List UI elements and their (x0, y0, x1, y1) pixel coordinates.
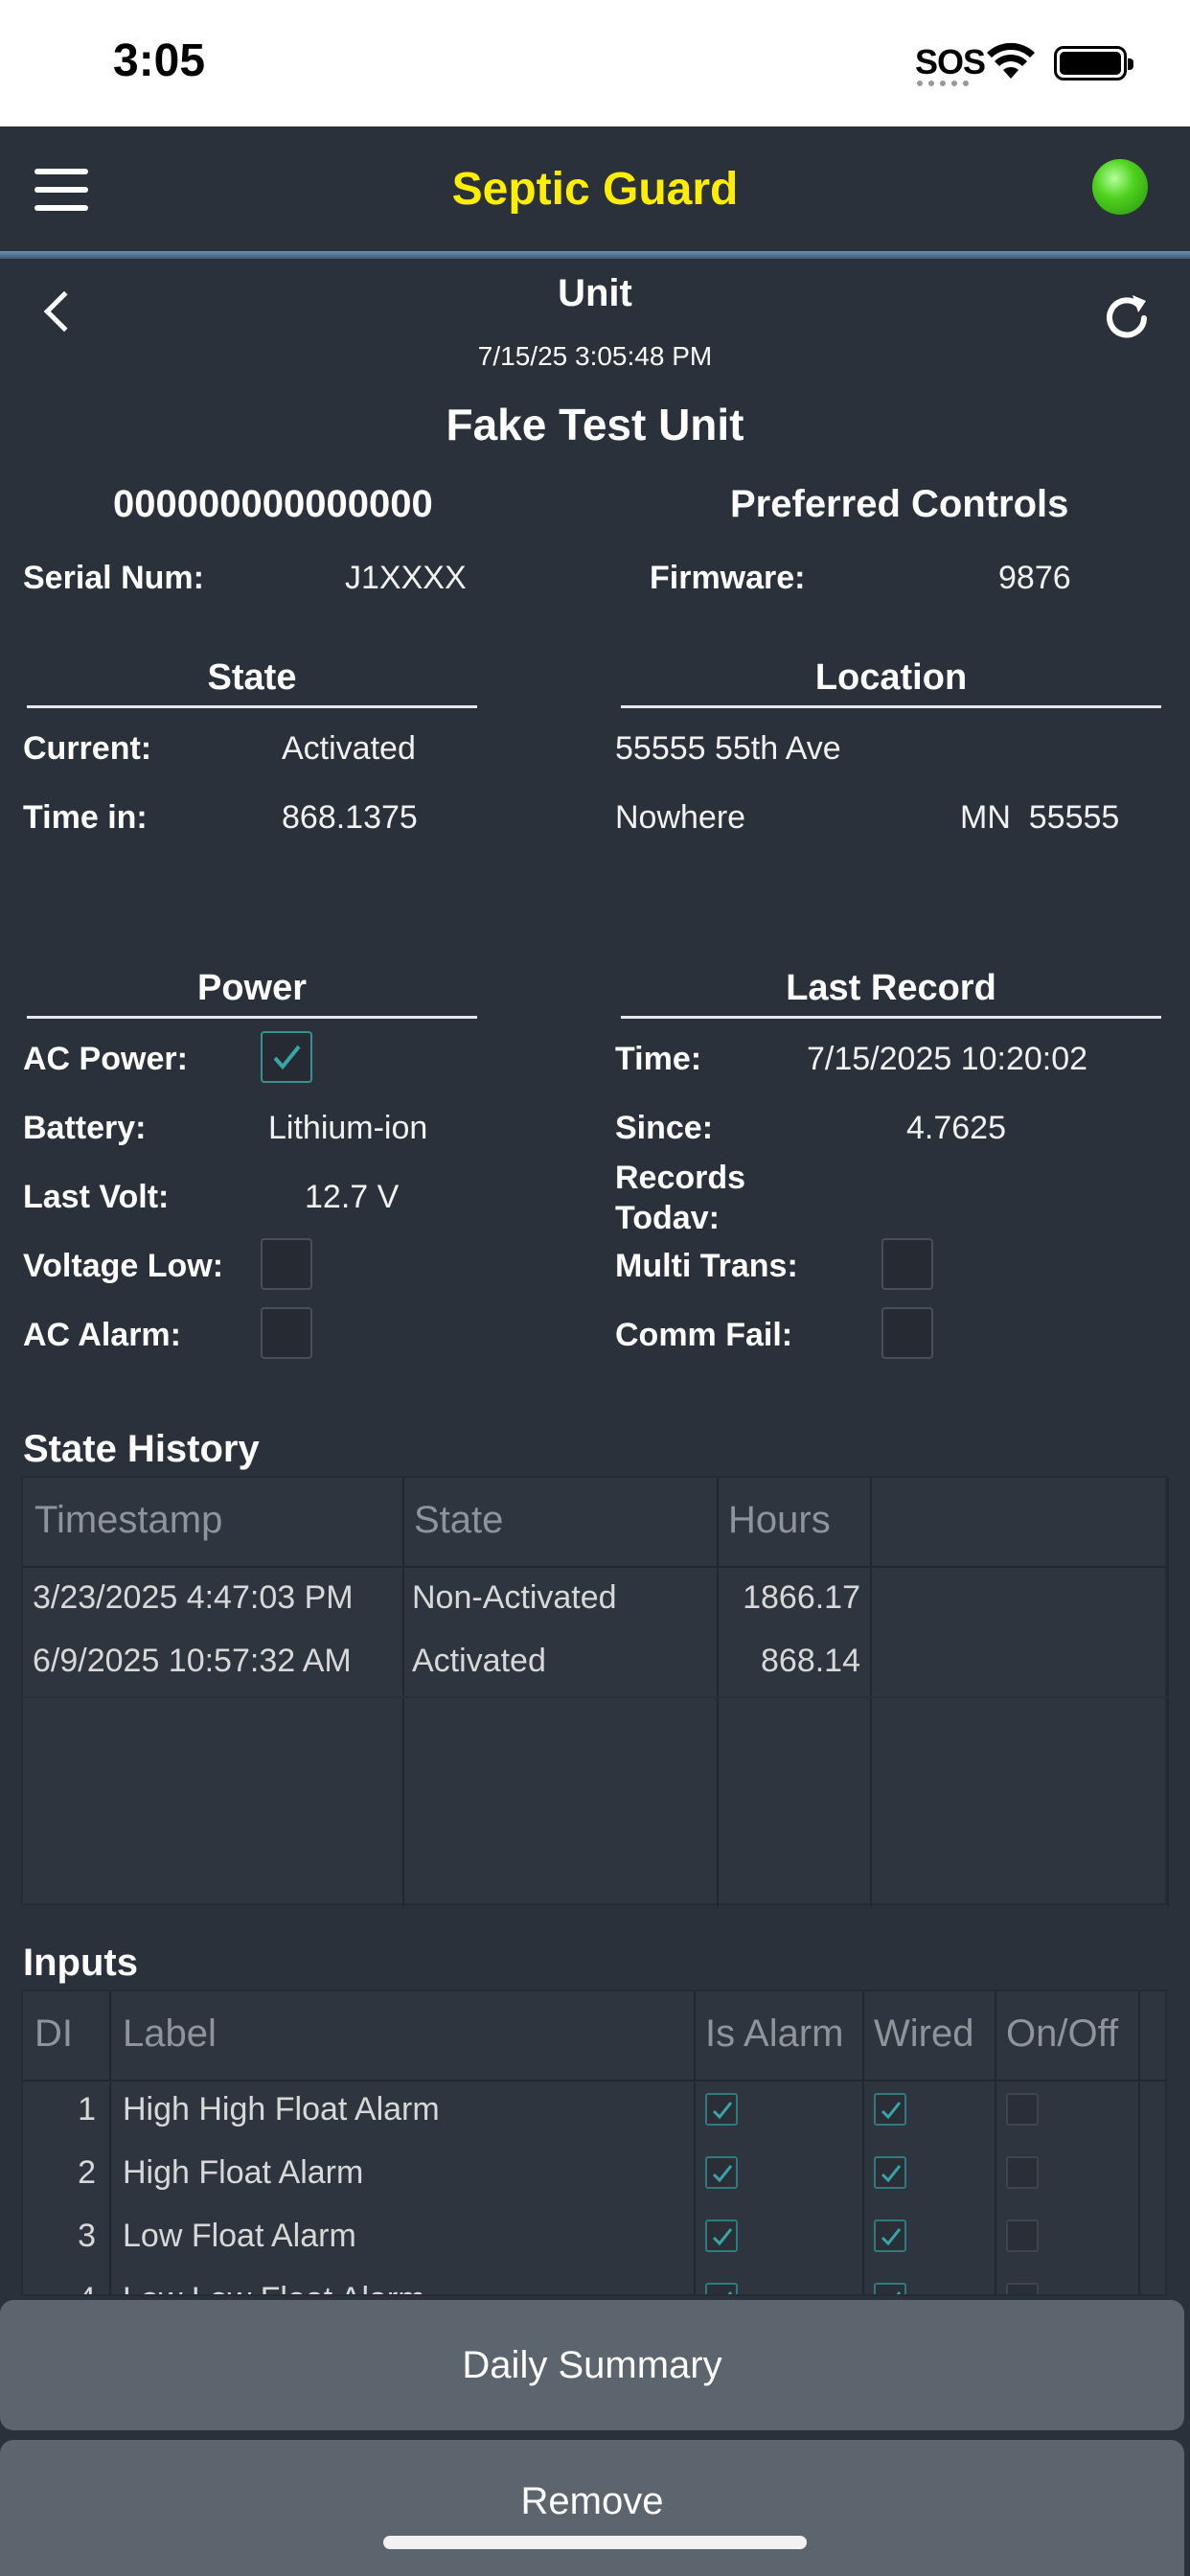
input-di: 1 (78, 2091, 96, 2128)
is-alarm-checkbox[interactable] (705, 2220, 738, 2252)
column-header-on-off[interactable]: On/Off (1006, 2012, 1118, 2056)
is-alarm-checkbox[interactable] (705, 2283, 738, 2294)
since-value: 4.7625 (906, 1110, 1006, 1146)
last-volt-label: Last Volt: (23, 1179, 170, 1215)
is-alarm-checkbox[interactable] (705, 2156, 738, 2189)
serial-value: J1XXXX (345, 560, 467, 596)
input-label: High High Float Alarm (123, 2091, 440, 2128)
header-divider (0, 251, 1190, 259)
column-header-wired[interactable]: Wired (874, 2012, 973, 2056)
record-time-label: Time: (615, 1041, 702, 1077)
comm-fail-checkbox[interactable] (881, 1307, 933, 1359)
wifi-icon (987, 42, 1035, 79)
last-record-header: Last Record (786, 968, 996, 1008)
history-timestamp: 3/23/2025 4:47:03 PM (33, 1579, 354, 1616)
checkmark-icon (273, 1045, 301, 1070)
input-di: 4 (33, 2281, 96, 2294)
wired-checkbox[interactable] (874, 2156, 906, 2189)
remove-button[interactable]: Remove (0, 2440, 1184, 2576)
history-hours: 868.14 (761, 1643, 860, 1679)
page-title: Unit (558, 272, 632, 314)
power-divider (27, 1016, 477, 1019)
multi-trans-label: Multi Trans: (615, 1248, 798, 1284)
current-label: Current: (23, 730, 152, 767)
wired-checkbox[interactable] (874, 2093, 906, 2126)
ac-alarm-checkbox[interactable] (261, 1307, 312, 1359)
input-label: Low Low Float Alarm (123, 2281, 425, 2294)
input-di: 2 (78, 2154, 96, 2191)
column-header-timestamp[interactable]: Timestamp (34, 1499, 222, 1542)
history-hours: 1866.17 (743, 1579, 860, 1616)
multi-trans-checkbox[interactable] (881, 1238, 933, 1290)
record-time-value: 7/15/2025 10:20:02 (807, 1041, 1088, 1077)
app-title: Septic Guard (451, 164, 739, 215)
records-today-label-1: Records (615, 1160, 746, 1196)
location-city: Nowhere (615, 799, 746, 836)
column-header-di[interactable]: DI (34, 2012, 73, 2056)
voltage-low-checkbox[interactable] (261, 1238, 312, 1290)
history-state: Activated (412, 1643, 546, 1679)
wired-checkbox[interactable] (874, 2283, 906, 2294)
location-divider (621, 705, 1161, 708)
ac-alarm-label: AC Alarm: (23, 1317, 181, 1353)
inputs-table[interactable]: DI Label Is Alarm Wired On/Off 1 High Hig… (21, 1990, 1167, 2296)
last-volt-value: 12.7 V (305, 1179, 400, 1215)
on-off-checkbox[interactable] (1006, 2220, 1039, 2252)
daily-summary-button[interactable]: Daily Summary (0, 2300, 1184, 2430)
status-bar: 3:05 SOS (0, 0, 1190, 126)
sos-indicator: SOS (915, 42, 986, 81)
battery-icon (1054, 46, 1133, 80)
current-value: Activated (282, 730, 416, 767)
column-header-is-alarm[interactable]: Is Alarm (705, 2012, 843, 2056)
is-alarm-checkbox[interactable] (705, 2093, 738, 2126)
page-timestamp: 7/15/25 3:05:48 PM (477, 341, 713, 371)
home-indicator (383, 2536, 807, 2549)
serial-label: Serial Num: (23, 560, 204, 596)
on-off-checkbox[interactable] (1006, 2093, 1039, 2126)
state-divider (27, 705, 477, 708)
state-header: State (207, 657, 297, 698)
unit-id: 000000000000000 (113, 483, 433, 525)
last-record-divider (621, 1016, 1161, 1019)
battery-value: Lithium-ion (268, 1110, 428, 1146)
wired-checkbox[interactable] (874, 2220, 906, 2252)
app-header: Septic Guard (0, 126, 1190, 253)
input-label: High Float Alarm (123, 2154, 364, 2191)
comm-fail-label: Comm Fail: (615, 1317, 793, 1353)
time-in-label: Time in: (23, 799, 148, 836)
ac-power-checkbox[interactable] (261, 1031, 312, 1083)
location-state-zip: MN 55555 (960, 799, 1120, 836)
signal-dots-icon (917, 80, 969, 86)
time-in-value: 868.1375 (282, 799, 418, 836)
voltage-low-label: Voltage Low: (23, 1248, 224, 1284)
history-timestamp: 6/9/2025 10:57:32 AM (33, 1643, 352, 1679)
status-time: 3:05 (113, 35, 206, 86)
location-address: 55555 55th Ave (615, 730, 841, 767)
unit-name: Fake Test Unit (446, 400, 744, 449)
history-state: Non-Activated (412, 1579, 617, 1616)
state-history-table[interactable]: Timestamp State Hours 3/23/2025 4:47:03 … (21, 1476, 1169, 1907)
location-header: Location (814, 657, 968, 698)
firmware-label: Firmware: (650, 560, 806, 596)
ac-power-label: AC Power: (23, 1041, 188, 1077)
status-led-icon (1092, 159, 1148, 215)
battery-label: Battery: (23, 1110, 147, 1146)
column-header-label[interactable]: Label (123, 2012, 217, 2056)
column-header-hours[interactable]: Hours (728, 1499, 831, 1542)
since-label: Since: (615, 1110, 714, 1146)
refresh-icon[interactable] (1098, 289, 1156, 347)
state-history-title: State History (23, 1428, 260, 1470)
on-off-checkbox[interactable] (1006, 2156, 1039, 2189)
column-header-state[interactable]: State (414, 1499, 503, 1542)
on-off-checkbox[interactable] (1006, 2283, 1039, 2294)
inputs-title: Inputs (23, 1942, 138, 1984)
input-label: Low Float Alarm (123, 2218, 356, 2254)
power-header: Power (196, 968, 308, 1008)
records-today-label-2: Todav: (615, 1200, 720, 1236)
firmware-value: 9876 (998, 560, 1071, 596)
input-di: 3 (78, 2218, 96, 2254)
company-name: Preferred Controls (730, 483, 1069, 525)
